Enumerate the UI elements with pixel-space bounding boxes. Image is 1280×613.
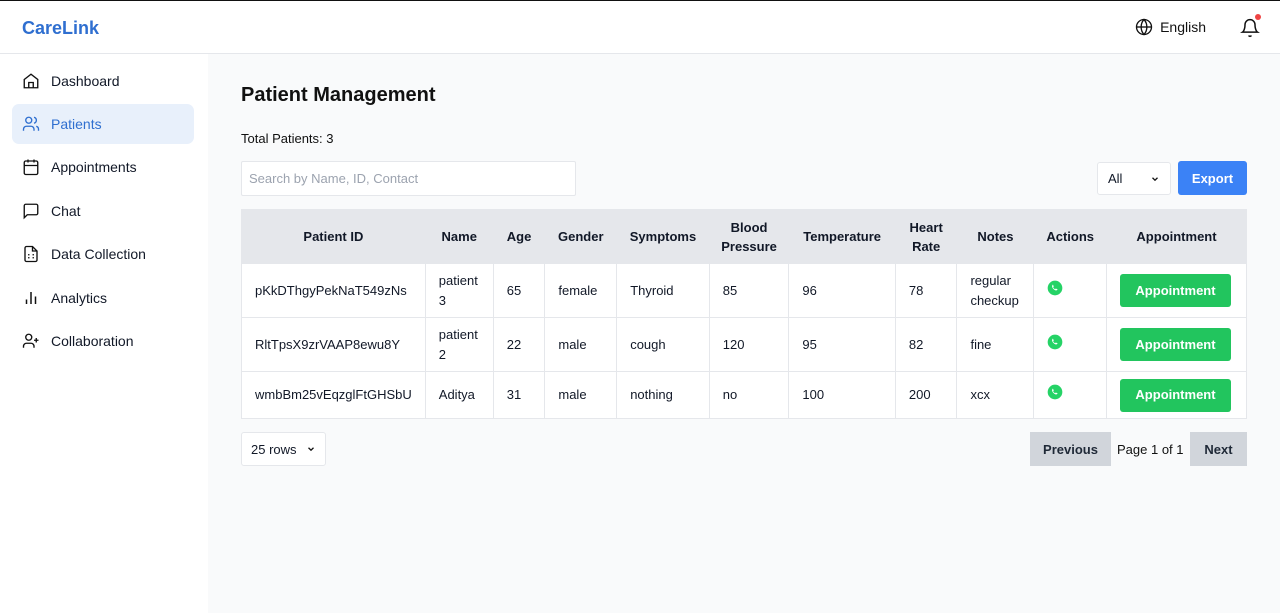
chevron-down-icon (306, 444, 316, 454)
cell-gender: male (544, 371, 618, 419)
cell-patient-id: wmbBm25vEqzglFtGHSbU (241, 371, 426, 419)
cell-symptoms: Thyroid (616, 263, 710, 318)
notification-button[interactable] (1240, 14, 1261, 39)
rows-per-page-value: 25 rows (251, 441, 297, 457)
table-header-row: Patient ID Name Age Gender Symptoms Bloo… (241, 209, 1247, 264)
total-patients: Total Patients: 3 (241, 131, 334, 146)
export-button[interactable]: Export (1178, 161, 1247, 195)
cell-actions (1033, 263, 1107, 318)
sidebar-item-label: Collaboration (51, 333, 134, 349)
header-age: Age (492, 209, 546, 264)
notification-dot (1255, 14, 1261, 20)
cell-age: 22 (492, 317, 546, 372)
cell-gender: female (544, 263, 618, 318)
header-name: Name (424, 209, 494, 264)
cell-appointment: Appointment (1106, 263, 1247, 318)
cell-age: 31 (492, 371, 546, 419)
table-row: RltTpsX9zrVAAP8ewu8Y patient 2 22 male c… (241, 317, 1247, 372)
cell-blood-pressure: 85 (708, 263, 790, 318)
cell-patient-id: pKkDThgyPekNaT549zNs (241, 263, 426, 318)
header-symptoms: Symptoms (616, 209, 710, 264)
search-input[interactable] (241, 161, 576, 196)
chat-icon (22, 202, 40, 220)
sidebar-item-label: Dashboard (51, 73, 120, 89)
cell-notes: xcx (956, 371, 1035, 419)
next-page-button[interactable]: Next (1190, 432, 1247, 466)
header-blood-pressure: Blood Pressure (708, 209, 790, 264)
sidebar-item-chat[interactable]: Chat (12, 191, 194, 231)
main-content: Patient Management Total Patients: 3 All… (208, 54, 1280, 613)
header-heart-rate: Heart Rate (894, 209, 958, 264)
cell-heart-rate: 82 (894, 317, 958, 372)
header-actions: Actions (1033, 209, 1107, 264)
file-icon (22, 245, 40, 263)
cell-temperature: 100 (788, 371, 896, 419)
cell-notes: regular checkup (956, 263, 1035, 318)
calendar-icon (22, 158, 40, 176)
cell-temperature: 96 (788, 263, 896, 318)
sidebar-item-label: Data Collection (51, 246, 146, 262)
cell-patient-id: RltTpsX9zrVAAP8ewu8Y (241, 317, 426, 372)
page-title: Patient Management (241, 84, 436, 106)
cell-name: Aditya (424, 371, 494, 419)
home-icon (22, 72, 40, 90)
cell-name: patient 2 (424, 317, 494, 372)
cell-symptoms: cough (616, 317, 710, 372)
globe-icon (1135, 18, 1153, 36)
patients-table: Patient ID Name Age Gender Symptoms Bloo… (241, 209, 1247, 419)
table-row: pKkDThgyPekNaT549zNs patient 3 65 female… (241, 263, 1247, 318)
whatsapp-icon[interactable] (1047, 334, 1063, 350)
header-notes: Notes (956, 209, 1035, 264)
appointment-button[interactable]: Appointment (1120, 328, 1231, 361)
filter-select[interactable]: All (1097, 162, 1171, 195)
chevron-down-icon (1150, 174, 1160, 184)
cell-heart-rate: 78 (894, 263, 958, 318)
cell-notes: fine (956, 317, 1035, 372)
sidebar-item-patients[interactable]: Patients (12, 104, 194, 144)
language-label: English (1160, 19, 1206, 35)
filter-value: All (1108, 171, 1123, 186)
bell-icon (1240, 18, 1260, 43)
cell-age: 65 (492, 263, 546, 318)
users-icon (22, 115, 40, 133)
whatsapp-icon[interactable] (1047, 384, 1063, 400)
header-appointment: Appointment (1106, 209, 1247, 264)
cell-temperature: 95 (788, 317, 896, 372)
sidebar-item-collaboration[interactable]: Collaboration (12, 321, 194, 361)
sidebar-item-label: Analytics (51, 290, 108, 306)
cell-blood-pressure: 120 (708, 317, 790, 372)
whatsapp-icon[interactable] (1047, 280, 1063, 296)
sidebar-item-dashboard[interactable]: Dashboard (12, 61, 194, 101)
sidebar-item-data-collection[interactable]: Data Collection (12, 234, 194, 274)
table-row: wmbBm25vEqzglFtGHSbU Aditya 31 male noth… (241, 371, 1247, 419)
cell-actions (1033, 371, 1107, 419)
header-temperature: Temperature (788, 209, 896, 264)
cell-name: patient 3 (424, 263, 494, 318)
sidebar-item-analytics[interactable]: Analytics (12, 278, 194, 318)
previous-page-button[interactable]: Previous (1030, 432, 1111, 466)
sidebar-item-label: Appointments (51, 159, 137, 175)
cell-heart-rate: 200 (894, 371, 958, 419)
user-plus-icon (22, 332, 40, 350)
sidebar-item-appointments[interactable]: Appointments (12, 147, 194, 187)
bar-chart-icon (22, 289, 40, 307)
cell-appointment: Appointment (1106, 317, 1247, 372)
cell-blood-pressure: no (708, 371, 790, 419)
cell-symptoms: nothing (616, 371, 710, 419)
top-bar: CareLink English (0, 0, 1280, 54)
cell-actions (1033, 317, 1107, 372)
header-patient-id: Patient ID (241, 209, 426, 264)
cell-appointment: Appointment (1106, 371, 1247, 419)
rows-per-page-select[interactable]: 25 rows (241, 432, 326, 466)
sidebar-item-label: Patients (51, 116, 102, 132)
page-indicator: Page 1 of 1 (1117, 442, 1184, 457)
header-gender: Gender (544, 209, 618, 264)
appointment-button[interactable]: Appointment (1120, 378, 1231, 412)
language-selector[interactable]: English (1135, 18, 1206, 36)
sidebar-item-label: Chat (51, 203, 81, 219)
brand-logo[interactable]: CareLink (22, 18, 99, 39)
sidebar: Dashboard Patients Appointments Chat Dat… (0, 54, 208, 613)
appointment-button[interactable]: Appointment (1120, 274, 1231, 307)
cell-gender: male (544, 317, 618, 372)
